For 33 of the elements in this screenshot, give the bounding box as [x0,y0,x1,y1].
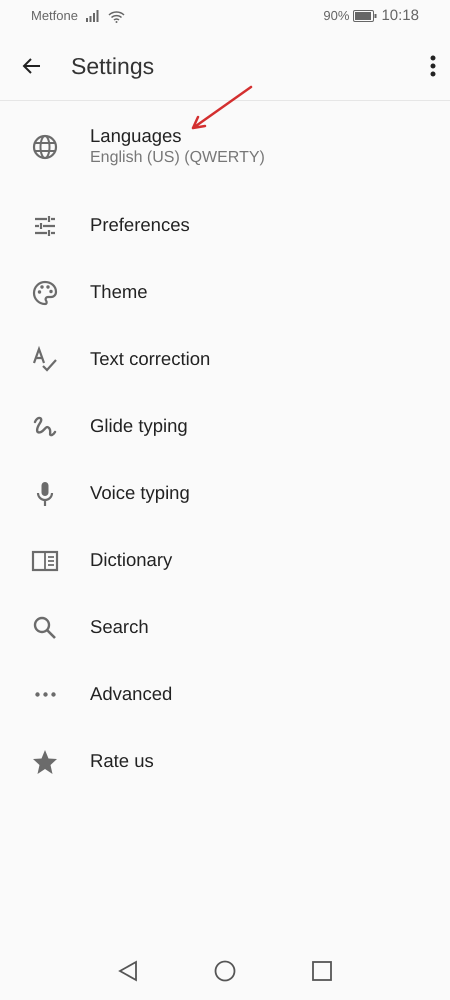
item-title: Theme [90,280,148,304]
item-title: Search [90,615,149,640]
back-nav-icon[interactable] [118,960,138,982]
settings-item[interactable]: Dictionary [0,527,450,594]
settings-item[interactable]: Voice typing [0,460,450,527]
settings-item[interactable]: Glide typing [0,393,450,460]
wifi-icon [108,10,125,22]
dots-icon [34,692,56,697]
spell-check-icon [30,344,60,374]
settings-item[interactable]: Search [0,594,450,661]
settings-item[interactable]: Advanced [0,661,450,728]
item-title: Text correction [90,347,210,372]
item-title: Languages [90,124,183,148]
clock-time: 10:18 [381,6,419,26]
settings-item[interactable]: Rate us [0,728,450,795]
settings-item[interactable]: Text correction [0,326,450,393]
settings-item[interactable]: Theme [0,259,450,326]
app-bar-title: Settings [71,52,154,81]
battery-percent: 90% [323,7,350,26]
battery-icon [353,10,378,22]
item-title: Rate us [90,749,154,774]
more-options-icon[interactable] [430,55,436,77]
item-title: Dictionary [90,548,172,572]
item-title: Voice typing [90,481,190,506]
recents-nav-icon[interactable] [312,961,332,981]
home-nav-icon[interactable] [214,960,236,982]
item-title: Advanced [90,682,172,706]
item-title: Preferences [90,213,190,238]
settings-item[interactable]: Preferences [0,192,450,259]
item-summary: English (US) (QWERTY) [90,148,265,168]
settings-item[interactable]: Languages English (US) (QWERTY) [0,101,450,192]
carrier-name: Metfone [31,7,78,26]
item-title: Glide typing [90,414,188,438]
